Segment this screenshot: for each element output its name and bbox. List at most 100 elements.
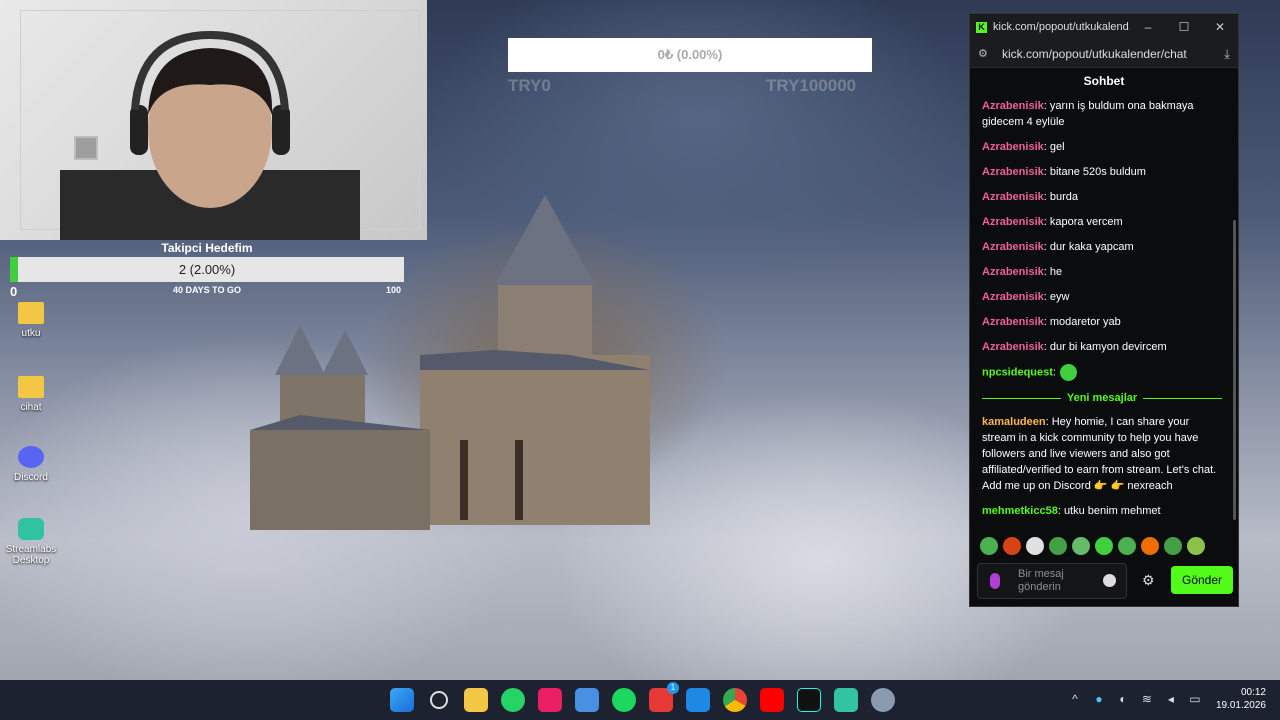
microphone-icon[interactable] [990,573,1000,589]
desktop-icon-label: cihat [20,402,42,413]
volume-icon[interactable]: ◂ [1164,692,1178,706]
url-text[interactable]: kick.com/popout/utkukalender/chat [1002,47,1224,61]
chat-message: Azrabenisik: eyw [982,289,1222,305]
chat-username[interactable]: Azrabenisik [982,166,1044,178]
chat-message: npcsidequest: [982,364,1222,381]
send-button[interactable]: Gönder [1171,566,1233,594]
download-icon[interactable]: ⤓ [1224,46,1230,62]
chat-text: : utku benim mehmet [1057,505,1161,517]
kick-logo-icon: K [976,21,987,33]
chevron-up-icon[interactable]: ^ [1068,692,1082,706]
donation-goal-max: TRY100000 [766,76,857,95]
system-tray: ^ ● ◐ ≋ ◂ ▭ 00:12 19.01.2026 [1068,686,1266,712]
emote-icon[interactable] [1049,537,1067,555]
streamer-silhouette [60,30,360,240]
streamlabs-icon[interactable] [834,688,858,712]
settings-icon[interactable] [871,688,895,712]
chat-username[interactable]: Azrabenisik [982,316,1044,328]
chat-header: Sohbet [1083,74,1125,88]
chat-text: : [1052,366,1056,379]
file-explorer-icon[interactable] [464,688,488,712]
windows-start-icon[interactable] [390,688,414,712]
emoji-picker-icon[interactable] [1103,574,1116,587]
taskbar-apps: 1 [390,682,895,712]
emote-icon[interactable] [1072,537,1090,555]
vpn-icon[interactable]: ◐ [1116,692,1130,706]
battery-icon[interactable]: ▭ [1188,692,1202,706]
chat-text: : dur bi kamyon devircem [1043,341,1167,353]
store-icon[interactable] [575,688,599,712]
chat-message: Azrabenisik: dur bi kamyon devircem [982,339,1222,355]
clock-time: 00:12 [1240,687,1266,698]
address-bar[interactable]: ⚙ kick.com/popout/utkukalender/chat ⤓ [970,40,1238,68]
notification-badge: 1 [667,682,679,694]
chat-text: : modaretor yab [1043,316,1121,328]
wifi-icon[interactable]: ≋ [1140,692,1154,706]
chat-username[interactable]: Azrabenisik [982,241,1044,253]
youtube-icon[interactable] [760,688,784,712]
microphone-tray-icon[interactable]: ● [1092,692,1106,706]
maximize-button[interactable]: ☐ [1166,20,1202,34]
chat-input-placeholder[interactable]: Bir mesaj gönderin [1018,568,1098,594]
chat-username[interactable]: Azrabenisik [982,291,1044,303]
chat-text: : bitane 520s buldum [1043,166,1146,178]
quick-emotes-bar [980,537,1205,555]
chat-username[interactable]: kamaludeen [982,416,1046,428]
chat-username[interactable]: Azrabenisik [982,341,1044,353]
chat-username[interactable]: Azrabenisik [982,191,1044,203]
window-title: kick.com/popout/utkukalend... [993,21,1130,33]
emote-icon[interactable] [1095,537,1113,555]
desktop-icon-cihat[interactable]: cihat [1,376,61,413]
desktop-icon-label: utku [21,328,41,339]
chat-scrollbar[interactable] [1233,220,1236,520]
close-button[interactable]: ✕ [1202,20,1238,34]
emote-icon[interactable] [1026,537,1044,555]
chat-message: Azrabenisik: he [982,264,1222,280]
emote-icon[interactable] [1118,537,1136,555]
discord-icon [18,446,44,468]
chat-username[interactable]: Azrabenisik [982,100,1044,112]
chat-message: Azrabenisik: bitane 520s buldum [982,164,1222,180]
emote-icon[interactable] [980,537,998,555]
emote-icon[interactable] [1187,537,1205,555]
chat-username[interactable]: Azrabenisik [982,266,1044,278]
emote-icon[interactable] [1141,537,1159,555]
app-blue-icon[interactable] [686,688,710,712]
spotify-icon[interactable] [612,688,636,712]
site-settings-icon[interactable]: ⚙ [978,47,992,60]
chat-text: : kapora vercem [1043,216,1123,228]
taskbar: 1 ^ ● ◐ ≋ ◂ ▭ 00:12 19.01.2026 [0,680,1280,720]
search-icon[interactable] [430,691,448,709]
desktop-icon-discord[interactable]: Discord [1,446,61,483]
chat-settings-icon[interactable]: ⚙ [1142,572,1155,589]
chat-message: Azrabenisik: kapora vercem [982,214,1222,230]
clock-date: 19.01.2026 [1215,700,1266,711]
chat-text: : eyw [1043,291,1070,303]
chat-message: Azrabenisik: modaretor yab [982,314,1222,330]
chat-username[interactable]: Azrabenisik [982,141,1044,153]
desktop-icon-streamlabs[interactable]: Streamlabs Desktop [1,518,61,566]
emote-icon[interactable] [1003,537,1021,555]
follower-goal-title: Takipci Hedefim [161,241,253,255]
chat-message: Azrabenisik: burda [982,189,1222,205]
streamlabs-icon [18,518,44,540]
whatsapp-icon[interactable] [501,688,525,712]
desktop-icon-label: Discord [14,472,48,483]
minimize-button[interactable]: – [1130,20,1166,34]
desktop-icon-utku[interactable]: utku [1,302,61,339]
app-l-icon[interactable]: 1 [649,682,679,712]
donation-goal-min: TRY0 [508,76,551,95]
chat-username[interactable]: mehmetkicc58 [982,505,1058,517]
chat-text: : burda [1043,191,1078,203]
chat-messages: Azrabenisik: yarın iş buldum ona bakmaya… [982,98,1222,528]
chat-username[interactable]: npcsidequest [982,366,1053,378]
tiktok-icon[interactable] [797,688,821,712]
emote-icon[interactable] [1164,537,1182,555]
chrome-icon[interactable] [723,688,747,712]
chat-input[interactable]: Bir mesaj gönderin [977,563,1127,599]
clock[interactable]: 00:12 19.01.2026 [1216,686,1266,712]
new-messages-label: Yeni mesajlar [1066,392,1138,404]
window-titlebar: K kick.com/popout/utkukalend... – ☐ ✕ [970,14,1238,40]
tiktok-studio-icon[interactable] [538,688,562,712]
chat-username[interactable]: Azrabenisik [982,216,1044,228]
